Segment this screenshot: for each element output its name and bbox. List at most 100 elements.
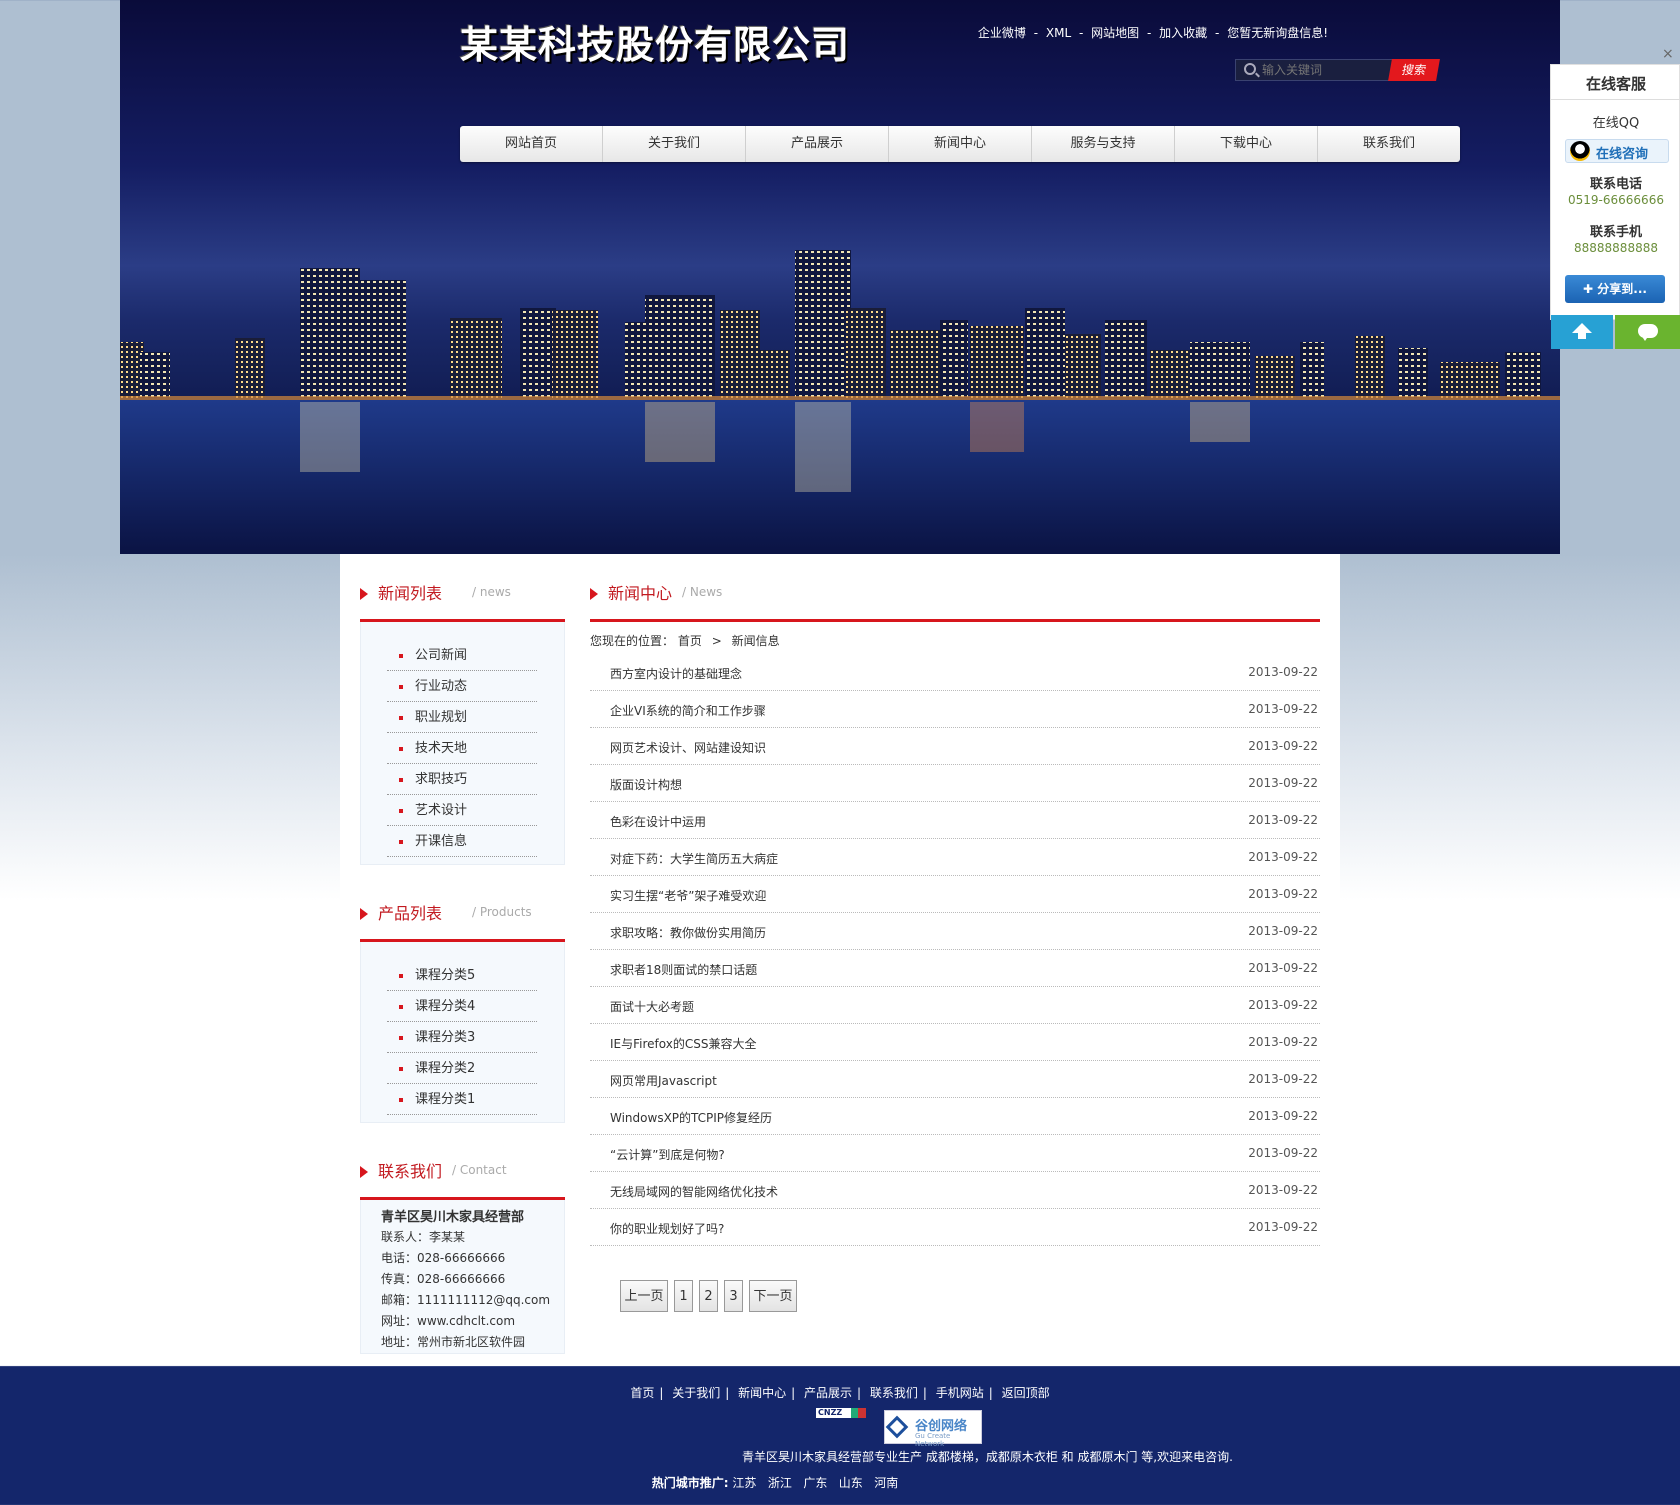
footer-link-news[interactable]: 新闻中心 xyxy=(738,1386,786,1400)
news-title-link[interactable]: 企业VI系统的简介和工作步骤 xyxy=(610,702,766,719)
news-date: 2013-09-22 xyxy=(1248,813,1318,827)
news-title-link[interactable]: 求职者18则面试的禁口话题 xyxy=(610,961,757,978)
top-link-xml[interactable]: XML xyxy=(1046,26,1071,40)
footer-sep: | xyxy=(857,1386,862,1400)
hot-city[interactable]: 河南 xyxy=(874,1476,898,1490)
top-link-inquiry[interactable]: 您暂无新询盘信息! xyxy=(1227,26,1328,40)
partner-logo[interactable]: 谷创网络 Gu Create Network xyxy=(884,1410,982,1448)
page-1-button[interactable]: 1 xyxy=(674,1280,693,1312)
nav-item-contact[interactable]: 联系我们 xyxy=(1318,126,1460,162)
top-link-sitemap[interactable]: 网站地图 xyxy=(1091,26,1139,40)
nav-item-about[interactable]: 关于我们 xyxy=(603,126,746,162)
top-link-favorite[interactable]: 加入收藏 xyxy=(1159,26,1207,40)
sidebar-item-category-4[interactable]: 课程分类4 xyxy=(387,991,537,1022)
nav-item-download[interactable]: 下载中心 xyxy=(1175,126,1318,162)
product-list-subtitle: / Products xyxy=(472,905,532,919)
nav-item-news[interactable]: 新闻中心 xyxy=(889,126,1032,162)
news-title-link[interactable]: 无线局域网的智能网络优化技术 xyxy=(610,1183,778,1200)
news-title-link[interactable]: 求职攻略：教你做份实用简历 xyxy=(610,924,766,941)
hot-city[interactable]: 江苏 xyxy=(732,1476,756,1490)
news-center-title: 新闻中心 xyxy=(608,584,673,603)
main-content-card: 新闻列表 / news 公司新闻 行业动态 职业规划 技术天地 求职技巧 艺术设… xyxy=(340,554,1340,1366)
news-row[interactable]: 求职者18则面试的禁口话题 2013-09-22 xyxy=(590,950,1320,987)
news-row[interactable]: 无线局域网的智能网络优化技术 2013-09-22 xyxy=(590,1172,1320,1209)
news-row[interactable]: 对症下药：大学生简历五大病症 2013-09-22 xyxy=(590,839,1320,876)
search-button[interactable]: 搜索 xyxy=(1388,59,1440,81)
news-row[interactable]: 网页常用Javascript 2013-09-22 xyxy=(590,1061,1320,1098)
hot-city[interactable]: 山东 xyxy=(839,1476,863,1490)
news-title-link[interactable]: 实习生摆“老爷”架子难受欢迎 xyxy=(610,887,766,904)
hot-city[interactable]: 广东 xyxy=(803,1476,827,1490)
news-title-link[interactable]: 对症下药：大学生简历五大病症 xyxy=(610,850,778,867)
news-date: 2013-09-22 xyxy=(1248,776,1318,790)
news-row[interactable]: 企业VI系统的简介和工作步骤 2013-09-22 xyxy=(590,691,1320,728)
contact-website[interactable]: 网址：www.cdhclt.com xyxy=(381,1312,515,1329)
share-button[interactable]: ✚ 分享到... xyxy=(1565,275,1665,303)
footer-link-contact[interactable]: 联系我们 xyxy=(870,1386,918,1400)
search-input[interactable] xyxy=(1262,62,1386,78)
footer-links: 首页 | 关于我们 | 新闻中心 | 产品展示 | 联系我们 | 手机网站 | 返回顶部 xyxy=(0,1384,1680,1401)
top-links: 企业微博 - XML - 网站地图 - 加入收藏 - 您暂无新询盘信息! xyxy=(976,24,1330,41)
news-row[interactable]: 你的职业规划好了吗? 2013-09-22 xyxy=(590,1209,1320,1246)
news-title-link[interactable]: 网页常用Javascript xyxy=(610,1072,717,1089)
news-row[interactable]: 求职攻略：教你做份实用简历 2013-09-22 xyxy=(590,913,1320,950)
next-page-button[interactable]: 下一页 xyxy=(749,1280,797,1312)
news-row[interactable]: 版面设计构想 2013-09-22 xyxy=(590,765,1320,802)
sidebar-item-tech[interactable]: 技术天地 xyxy=(387,733,537,764)
page-2-button[interactable]: 2 xyxy=(699,1280,718,1312)
contact-email[interactable]: 邮箱：1111111112@qq.com xyxy=(381,1291,550,1308)
news-title-link[interactable]: 网页艺术设计、网站建设知识 xyxy=(610,739,766,756)
nav-item-service[interactable]: 服务与支持 xyxy=(1032,126,1175,162)
news-title-link[interactable]: 你的职业规划好了吗? xyxy=(610,1220,724,1237)
news-row[interactable]: WindowsXP的TCPIP修复经历 2013-09-22 xyxy=(590,1098,1320,1135)
close-icon[interactable]: × xyxy=(1662,46,1674,62)
chat-button[interactable] xyxy=(1615,315,1680,349)
sidebar-item-category-2[interactable]: 课程分类2 xyxy=(387,1053,537,1084)
site-title-logo[interactable]: 某某科技股份有限公司 xyxy=(460,14,850,69)
news-title-link[interactable]: 版面设计构想 xyxy=(610,776,682,793)
qq-consult-button[interactable]: 在线咨询 xyxy=(1565,139,1669,163)
news-title-link[interactable]: 色彩在设计中运用 xyxy=(610,813,706,830)
sidebar-item-category-5[interactable]: 课程分类5 xyxy=(387,960,537,991)
footer-link-home[interactable]: 首页 xyxy=(630,1386,654,1400)
sidebar-item-category-3[interactable]: 课程分类3 xyxy=(387,1022,537,1053)
news-title-link[interactable]: “云计算”到底是何物? xyxy=(610,1146,725,1163)
news-title-link[interactable]: 面试十大必考题 xyxy=(610,998,694,1015)
hot-city[interactable]: 浙江 xyxy=(768,1476,792,1490)
top-link-weibo[interactable]: 企业微博 xyxy=(978,26,1026,40)
footer-link-mobile[interactable]: 手机网站 xyxy=(936,1386,984,1400)
news-row[interactable]: 色彩在设计中运用 2013-09-22 xyxy=(590,802,1320,839)
news-row[interactable]: “云计算”到底是何物? 2013-09-22 xyxy=(590,1135,1320,1172)
breadcrumb-sep: > xyxy=(711,634,722,648)
page-3-button[interactable]: 3 xyxy=(724,1280,743,1312)
news-date: 2013-09-22 xyxy=(1248,1072,1318,1086)
news-title-link[interactable]: WindowsXP的TCPIP修复经历 xyxy=(610,1109,772,1126)
sidebar-item-category-1[interactable]: 课程分类1 xyxy=(387,1084,537,1115)
news-row[interactable]: 面试十大必考题 2013-09-22 xyxy=(590,987,1320,1024)
breadcrumb-current[interactable]: 新闻信息 xyxy=(732,634,780,648)
sidebar-item-career[interactable]: 职业规划 xyxy=(387,702,537,733)
top-link-sep: - xyxy=(1215,26,1220,40)
sidebar-item-art[interactable]: 艺术设计 xyxy=(387,795,537,826)
footer-link-about[interactable]: 关于我们 xyxy=(672,1386,720,1400)
news-date: 2013-09-22 xyxy=(1248,961,1318,975)
back-to-top-icon[interactable] xyxy=(1551,315,1613,349)
prev-page-button[interactable]: 上一页 xyxy=(620,1280,668,1312)
news-row[interactable]: 实习生摆“老爷”架子难受欢迎 2013-09-22 xyxy=(590,876,1320,913)
breadcrumb-home[interactable]: 首页 xyxy=(678,634,702,648)
sidebar-item-industry[interactable]: 行业动态 xyxy=(387,671,537,702)
contact-person: 联系人：李某某 xyxy=(381,1230,466,1244)
sidebar-item-job-tips[interactable]: 求职技巧 xyxy=(387,764,537,795)
news-title-link[interactable]: 西方室内设计的基础理念 xyxy=(610,665,742,682)
news-row[interactable]: 西方室内设计的基础理念 2013-09-22 xyxy=(590,654,1320,691)
nav-item-home[interactable]: 网站首页 xyxy=(460,126,603,162)
footer-link-top[interactable]: 返回顶部 xyxy=(1002,1386,1050,1400)
news-title-link[interactable]: IE与Firefox的CSS兼容大全 xyxy=(610,1035,756,1052)
sidebar-item-courses[interactable]: 开课信息 xyxy=(387,826,537,857)
cnzz-stats-badge[interactable]: CNZZ xyxy=(816,1408,866,1418)
news-row[interactable]: IE与Firefox的CSS兼容大全 2013-09-22 xyxy=(590,1024,1320,1061)
sidebar-item-company-news[interactable]: 公司新闻 xyxy=(387,640,537,671)
nav-item-products[interactable]: 产品展示 xyxy=(746,126,889,162)
news-row[interactable]: 网页艺术设计、网站建设知识 2013-09-22 xyxy=(590,728,1320,765)
footer-link-products[interactable]: 产品展示 xyxy=(804,1386,852,1400)
